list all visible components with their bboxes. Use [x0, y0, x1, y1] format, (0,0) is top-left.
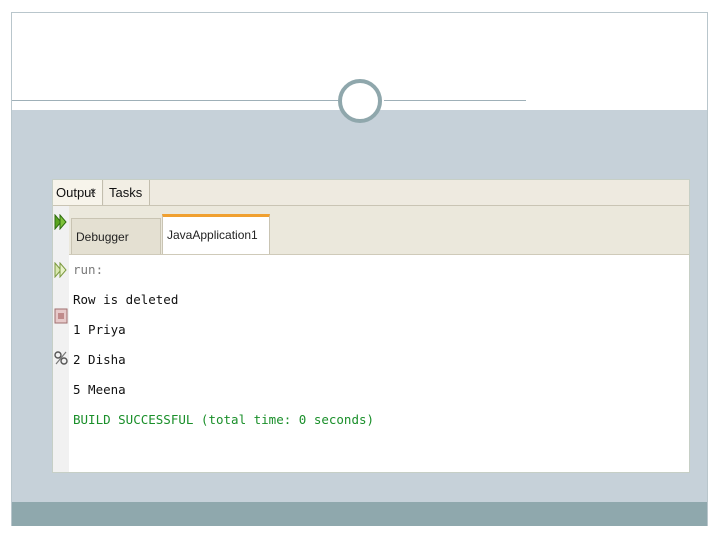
tab-tasks[interactable]: Tasks [104, 180, 150, 205]
build-status-line: BUILD SUCCESSFUL (total time: 0 seconds) [73, 412, 375, 427]
console-line: 2 Disha [73, 352, 126, 367]
rerun-alt-icon[interactable] [54, 262, 68, 278]
slide-footer [12, 502, 707, 526]
console-line: 5 Meena [73, 382, 126, 397]
slide-divider-right [384, 100, 526, 101]
console-line: 1 Priya [73, 322, 126, 337]
circle-decoration [338, 79, 382, 123]
console-line-run: run: [73, 262, 104, 277]
tab-tasks-label: Tasks [109, 185, 143, 200]
tab-debugger-console[interactable]: Debugger Console× [71, 218, 161, 280]
output-toolbar [53, 206, 70, 472]
tab-java-application[interactable]: JavaApplication1 (run)× [162, 214, 270, 278]
settings-icon[interactable] [54, 350, 68, 366]
console-output[interactable]: run: Row is deleted 1 Priya 2 Disha 5 Me… [69, 255, 689, 472]
console-line: Row is deleted [73, 292, 179, 307]
slide-divider-left [12, 100, 338, 101]
stop-icon[interactable] [54, 308, 68, 324]
ide-output-window: Output × Tasks Debugger Console× [52, 179, 690, 473]
rerun-icon[interactable] [54, 214, 68, 230]
sub-tab-bar: Debugger Console× JavaApplication1 (run)… [69, 206, 689, 280]
top-tab-bar: Output × Tasks [53, 180, 689, 206]
tab-output-close-icon[interactable]: × [90, 180, 102, 205]
